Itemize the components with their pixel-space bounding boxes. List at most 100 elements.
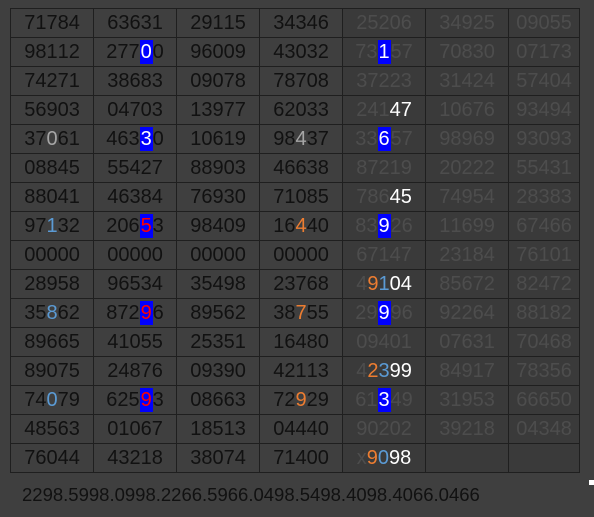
grid-cell[interactable]: 20222 (425, 153, 509, 183)
grid-cell[interactable]: 74079 (10, 385, 94, 415)
grid-cell[interactable]: 62033 (259, 95, 343, 125)
grid-cell[interactable]: 00000 (176, 240, 260, 270)
grid-cell[interactable]: 78356 (508, 356, 580, 386)
grid-cell[interactable]: 88903 (176, 153, 260, 183)
grid-cell[interactable]: 41055 (93, 327, 177, 357)
grid-cell[interactable]: 66650 (508, 385, 580, 415)
grid-cell[interactable]: 27700 (93, 37, 177, 67)
grid-cell[interactable]: 24147 (342, 95, 426, 125)
grid-cell[interactable]: 13977 (176, 95, 260, 125)
grid-cell[interactable]: 89075 (10, 356, 94, 386)
grid-cell[interactable]: 43218 (93, 443, 177, 473)
grid-cell[interactable]: 84917 (425, 356, 509, 386)
grid-cell[interactable] (425, 443, 509, 473)
grid-cell[interactable]: 10619 (176, 124, 260, 154)
grid-cell[interactable]: 63631 (93, 8, 177, 38)
grid-cell[interactable]: 70830 (425, 37, 509, 67)
grid-cell[interactable]: 35498 (176, 269, 260, 299)
grid-cell[interactable]: 07631 (425, 327, 509, 357)
grid-cell[interactable]: 42399 (342, 356, 426, 386)
grid-cell[interactable]: 74271 (10, 66, 94, 96)
grid-cell[interactable]: 34925 (425, 8, 509, 38)
grid-cell[interactable]: 16480 (259, 327, 343, 357)
grid-cell[interactable]: 38755 (259, 298, 343, 328)
grid-cell[interactable]: 56903 (10, 95, 94, 125)
grid-cell[interactable]: 73157 (342, 37, 426, 67)
grid-cell[interactable]: 57404 (508, 66, 580, 96)
grid-cell[interactable]: 62593 (93, 385, 177, 415)
grid-cell[interactable]: 98969 (425, 124, 509, 154)
grid-cell[interactable]: 25351 (176, 327, 260, 357)
grid-cell[interactable]: 89665 (10, 327, 94, 357)
grid-cell[interactable]: 00000 (259, 240, 343, 270)
grid-cell[interactable]: x9098 (342, 443, 426, 473)
grid-cell[interactable]: 89562 (176, 298, 260, 328)
grid-cell[interactable]: 09078 (176, 66, 260, 96)
grid-cell[interactable]: 61349 (342, 385, 426, 415)
grid-cell[interactable]: 55431 (508, 153, 580, 183)
grid-cell[interactable]: 23184 (425, 240, 509, 270)
grid-cell[interactable]: 78645 (342, 182, 426, 212)
grid-cell[interactable]: 76101 (508, 240, 580, 270)
grid-cell[interactable]: 98112 (10, 37, 94, 67)
grid-cell[interactable]: 96534 (93, 269, 177, 299)
grid-cell[interactable]: 38074 (176, 443, 260, 473)
grid-cell[interactable]: 04703 (93, 95, 177, 125)
grid-cell[interactable]: 35862 (10, 298, 94, 328)
grid-cell[interactable]: 10676 (425, 95, 509, 125)
grid-cell[interactable]: 04440 (259, 414, 343, 444)
grid-cell[interactable]: 09390 (176, 356, 260, 386)
grid-cell[interactable]: 49104 (342, 269, 426, 299)
grid-cell[interactable]: 71400 (259, 443, 343, 473)
grid-cell[interactable]: 43032 (259, 37, 343, 67)
grid-cell[interactable]: 71784 (10, 8, 94, 38)
grid-cell[interactable]: 98409 (176, 211, 260, 241)
grid-cell[interactable]: 16440 (259, 211, 343, 241)
grid-cell[interactable]: 55427 (93, 153, 177, 183)
grid-cell[interactable]: 00000 (93, 240, 177, 270)
grid-cell[interactable]: 76044 (10, 443, 94, 473)
grid-cell[interactable]: 90202 (342, 414, 426, 444)
grid-cell[interactable]: 37223 (342, 66, 426, 96)
grid-cell[interactable]: 67147 (342, 240, 426, 270)
grid-cell[interactable]: 01067 (93, 414, 177, 444)
grid-cell[interactable]: 93093 (508, 124, 580, 154)
grid-cell[interactable]: 46384 (93, 182, 177, 212)
grid-cell[interactable]: 29115 (176, 8, 260, 38)
grid-cell[interactable] (508, 443, 580, 473)
grid-cell[interactable]: 28958 (10, 269, 94, 299)
grid-cell[interactable]: 09055 (508, 8, 580, 38)
grid-cell[interactable]: 33657 (342, 124, 426, 154)
grid-cell[interactable]: 87296 (93, 298, 177, 328)
grid-cell[interactable]: 92264 (425, 298, 509, 328)
grid-cell[interactable]: 07173 (508, 37, 580, 67)
grid-cell[interactable]: 42113 (259, 356, 343, 386)
grid-cell[interactable]: 97132 (10, 211, 94, 241)
grid-cell[interactable]: 25206 (342, 8, 426, 38)
grid-cell[interactable]: 93494 (508, 95, 580, 125)
grid-cell[interactable]: 31953 (425, 385, 509, 415)
grid-cell[interactable]: 34346 (259, 8, 343, 38)
grid-cell[interactable]: 23768 (259, 269, 343, 299)
grid-cell[interactable]: 76930 (176, 182, 260, 212)
grid-cell[interactable]: 46330 (93, 124, 177, 154)
grid-cell[interactable]: 28383 (508, 182, 580, 212)
grid-cell[interactable]: 24876 (93, 356, 177, 386)
grid-cell[interactable]: 67466 (508, 211, 580, 241)
grid-cell[interactable]: 87219 (342, 153, 426, 183)
grid-cell[interactable]: 70468 (508, 327, 580, 357)
grid-cell[interactable]: 04348 (508, 414, 580, 444)
grid-cell[interactable]: 85672 (425, 269, 509, 299)
grid-cell[interactable]: 29996 (342, 298, 426, 328)
grid-cell[interactable]: 88041 (10, 182, 94, 212)
grid-cell[interactable]: 08663 (176, 385, 260, 415)
grid-cell[interactable]: 39218 (425, 414, 509, 444)
grid-cell[interactable]: 72929 (259, 385, 343, 415)
grid-cell[interactable]: 20653 (93, 211, 177, 241)
grid-cell[interactable]: 71085 (259, 182, 343, 212)
grid-cell[interactable]: 98437 (259, 124, 343, 154)
grid-cell[interactable]: 11699 (425, 211, 509, 241)
grid-cell[interactable]: 78708 (259, 66, 343, 96)
grid-cell[interactable]: 88182 (508, 298, 580, 328)
grid-cell[interactable]: 18513 (176, 414, 260, 444)
